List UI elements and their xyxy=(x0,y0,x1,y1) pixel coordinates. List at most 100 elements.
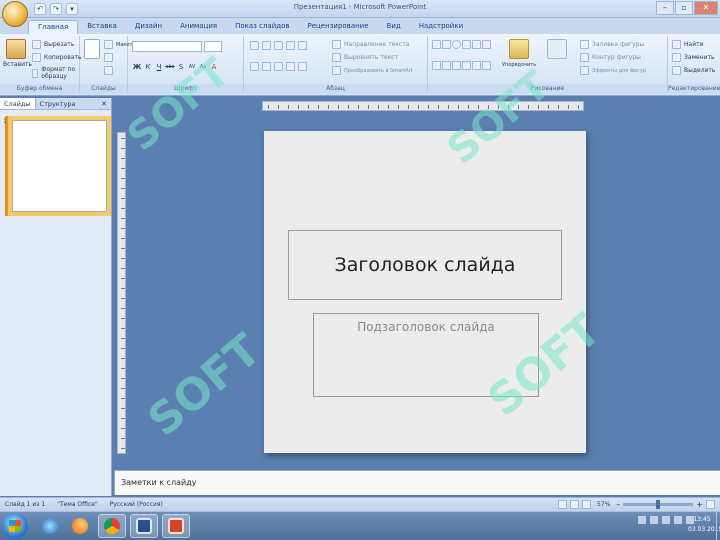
tab-animation[interactable]: Анимация xyxy=(171,20,226,34)
zoom-slider[interactable] xyxy=(623,500,694,509)
zoom-in-icon[interactable]: + xyxy=(696,500,703,509)
tab-addins[interactable]: Надстройки xyxy=(410,20,472,34)
taskbar-save-app[interactable] xyxy=(130,514,158,538)
sorter-view-icon[interactable] xyxy=(569,500,579,509)
ruler-tick xyxy=(298,105,299,109)
arrange-button[interactable]: Упорядочить xyxy=(502,39,536,68)
tab-home[interactable]: Главная xyxy=(28,20,79,34)
slide-thumbnail[interactable] xyxy=(12,120,107,212)
columns-icon[interactable] xyxy=(298,62,307,71)
triangle-shape-icon[interactable] xyxy=(482,40,491,49)
taskbar-chrome[interactable] xyxy=(98,514,126,538)
line-shape-icon[interactable] xyxy=(432,60,441,70)
title-placeholder[interactable]: Заголовок слайда xyxy=(288,230,562,300)
increase-indent-icon[interactable] xyxy=(286,41,295,50)
tab-view[interactable]: Вид xyxy=(378,20,410,34)
align-text-button[interactable]: Выровнять текст xyxy=(332,53,398,62)
zoom-level[interactable]: 57% xyxy=(597,501,610,508)
taskbar-ie[interactable] xyxy=(36,514,64,538)
subtitle-placeholder[interactable]: Подзаголовок слайда xyxy=(313,313,539,397)
rounded-rect-icon[interactable] xyxy=(472,40,481,49)
taskbar-firefox[interactable] xyxy=(66,514,94,538)
decrease-indent-icon[interactable] xyxy=(274,41,283,50)
shape-outline-button[interactable]: Контур фигуры xyxy=(580,53,641,62)
align-left-icon[interactable] xyxy=(250,62,259,71)
font-name-field[interactable] xyxy=(132,41,202,52)
reset-button[interactable] xyxy=(104,53,113,62)
slide-canvas[interactable]: Заголовок слайда Подзаголовок слайда xyxy=(264,131,586,453)
brace-shape-icon[interactable] xyxy=(452,60,461,70)
quick-styles-button[interactable] xyxy=(540,39,574,61)
close-pane-icon[interactable]: ✕ xyxy=(97,98,111,109)
notes-pane[interactable]: Заметки к слайду xyxy=(114,470,720,495)
show-desktop-button[interactable] xyxy=(716,512,720,540)
rect-shape-icon[interactable] xyxy=(462,40,471,49)
star-shape-icon[interactable] xyxy=(472,60,481,70)
change-case-button[interactable]: Aa xyxy=(198,62,208,72)
format-painter-button[interactable]: Формат по образцу xyxy=(32,66,79,80)
tray-arrow-icon[interactable] xyxy=(638,516,646,524)
select-button[interactable]: Выделить xyxy=(672,66,715,75)
close-button[interactable]: ✕ xyxy=(694,1,718,15)
minimize-button[interactable]: – xyxy=(656,1,674,15)
bullets-icon[interactable] xyxy=(250,41,259,50)
keyboard-layout-icon[interactable] xyxy=(650,516,658,524)
justify-icon[interactable] xyxy=(286,62,295,71)
replace-button[interactable]: Заменить xyxy=(672,53,715,62)
oval-shape-icon[interactable] xyxy=(452,40,461,49)
tab-design[interactable]: Дизайн xyxy=(126,20,171,34)
ruler-tick xyxy=(121,228,125,229)
italic-button[interactable]: К xyxy=(143,62,153,72)
shape-fill-button[interactable]: Заливка фигуры xyxy=(580,40,644,49)
tab-insert[interactable]: Вставка xyxy=(78,20,126,34)
callout-shape-icon[interactable] xyxy=(462,60,471,70)
delete-slide-button[interactable] xyxy=(104,66,113,75)
find-button[interactable]: Найти xyxy=(672,40,703,49)
align-right-icon[interactable] xyxy=(274,62,283,71)
font-color-button[interactable]: A xyxy=(209,62,219,72)
text-direction-button[interactable]: Направление текста xyxy=(332,40,409,49)
underline-button[interactable]: Ч xyxy=(154,62,164,72)
rectangle-shape-icon[interactable] xyxy=(432,40,441,49)
ruler-tick xyxy=(121,208,125,209)
copy-button[interactable]: Копировать xyxy=(32,53,81,62)
arrow-shape-icon[interactable] xyxy=(442,60,451,70)
flag-icon[interactable] xyxy=(662,516,670,524)
slideshow-view-icon[interactable] xyxy=(581,500,591,509)
office-button[interactable] xyxy=(2,1,28,27)
zoom-out-icon[interactable]: – xyxy=(616,500,620,509)
line-spacing-icon[interactable] xyxy=(298,41,307,50)
numbering-icon[interactable] xyxy=(262,41,271,50)
cut-button[interactable]: Вырезать xyxy=(32,40,74,49)
shadow-button[interactable]: S xyxy=(176,62,186,72)
shape-effects-button[interactable]: Эффекты для фигур xyxy=(580,66,646,75)
smartart-button[interactable]: Преобразовать в SmartArt xyxy=(332,66,413,75)
tab-slideshow[interactable]: Показ слайдов xyxy=(226,20,298,34)
align-center-icon[interactable] xyxy=(262,62,271,71)
ruler-tick xyxy=(518,105,519,109)
tab-slides-pane[interactable]: Слайды xyxy=(0,98,36,109)
normal-view-icon[interactable] xyxy=(557,500,567,509)
zoom-slider-knob[interactable] xyxy=(656,500,661,509)
textbox-shape-icon[interactable] xyxy=(442,40,451,49)
network-icon[interactable] xyxy=(674,516,682,524)
spacing-button[interactable]: AV xyxy=(187,62,197,72)
taskbar-clock[interactable]: 13:45 03.03.2015 xyxy=(688,515,720,535)
more-shapes-icon[interactable] xyxy=(482,60,491,70)
shapes-gallery[interactable] xyxy=(432,40,492,80)
new-slide-button[interactable] xyxy=(82,39,102,61)
language-indicator[interactable]: Русский (Россия) xyxy=(110,501,163,508)
fit-window-icon[interactable] xyxy=(706,500,715,509)
tab-outline-pane[interactable]: Структура xyxy=(36,98,80,109)
font-size-field[interactable] xyxy=(204,41,222,52)
taskbar-powerpoint[interactable] xyxy=(162,514,190,538)
paste-button[interactable]: Вставить xyxy=(3,39,32,68)
strikethrough-button[interactable]: abc xyxy=(165,62,175,72)
tab-review[interactable]: Рецензирование xyxy=(299,20,378,34)
ruler-tick xyxy=(121,138,125,139)
ruler-tick xyxy=(468,105,469,109)
ruler-tick xyxy=(121,338,125,339)
bold-button[interactable]: Ж xyxy=(132,62,142,72)
maximize-button[interactable]: ▫ xyxy=(675,1,693,15)
start-button[interactable] xyxy=(2,513,28,539)
